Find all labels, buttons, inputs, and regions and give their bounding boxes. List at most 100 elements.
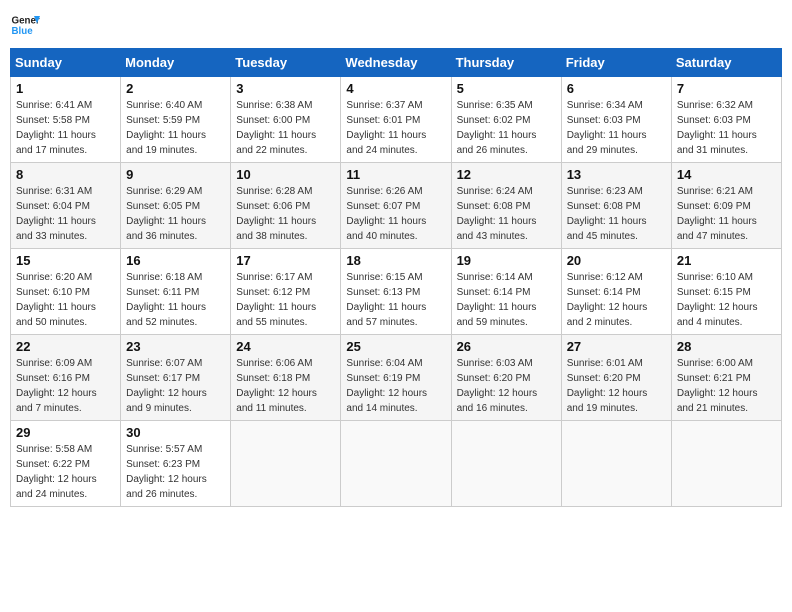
calendar-cell	[231, 421, 341, 507]
calendar-cell: 23 Sunrise: 6:07 AM Sunset: 6:17 PM Dayl…	[121, 335, 231, 421]
day-info: Sunrise: 6:03 AM Sunset: 6:20 PM Dayligh…	[457, 358, 538, 414]
calendar-cell: 6 Sunrise: 6:34 AM Sunset: 6:03 PM Dayli…	[561, 77, 671, 163]
day-info: Sunrise: 6:31 AM Sunset: 6:04 PM Dayligh…	[16, 186, 96, 242]
day-info: Sunrise: 6:23 AM Sunset: 6:08 PM Dayligh…	[567, 186, 647, 242]
day-number: 22	[16, 339, 115, 354]
day-number: 10	[236, 167, 335, 182]
day-number: 3	[236, 81, 335, 96]
calendar-cell: 25 Sunrise: 6:04 AM Sunset: 6:19 PM Dayl…	[341, 335, 451, 421]
day-number: 29	[16, 425, 115, 440]
day-info: Sunrise: 5:58 AM Sunset: 6:22 PM Dayligh…	[16, 444, 97, 500]
day-info: Sunrise: 6:34 AM Sunset: 6:03 PM Dayligh…	[567, 100, 647, 156]
day-number: 13	[567, 167, 666, 182]
day-info: Sunrise: 6:15 AM Sunset: 6:13 PM Dayligh…	[346, 272, 426, 328]
day-info: Sunrise: 6:40 AM Sunset: 5:59 PM Dayligh…	[126, 100, 206, 156]
day-info: Sunrise: 6:10 AM Sunset: 6:15 PM Dayligh…	[677, 272, 758, 328]
calendar-cell: 29 Sunrise: 5:58 AM Sunset: 6:22 PM Dayl…	[11, 421, 121, 507]
weekday-header-wednesday: Wednesday	[341, 49, 451, 77]
calendar-cell: 15 Sunrise: 6:20 AM Sunset: 6:10 PM Dayl…	[11, 249, 121, 335]
calendar-cell: 17 Sunrise: 6:17 AM Sunset: 6:12 PM Dayl…	[231, 249, 341, 335]
day-number: 19	[457, 253, 556, 268]
day-info: Sunrise: 6:38 AM Sunset: 6:00 PM Dayligh…	[236, 100, 316, 156]
day-number: 27	[567, 339, 666, 354]
day-info: Sunrise: 6:00 AM Sunset: 6:21 PM Dayligh…	[677, 358, 758, 414]
day-number: 5	[457, 81, 556, 96]
calendar-cell	[561, 421, 671, 507]
day-number: 30	[126, 425, 225, 440]
weekday-header-thursday: Thursday	[451, 49, 561, 77]
calendar-cell: 18 Sunrise: 6:15 AM Sunset: 6:13 PM Dayl…	[341, 249, 451, 335]
calendar-cell: 9 Sunrise: 6:29 AM Sunset: 6:05 PM Dayli…	[121, 163, 231, 249]
calendar-cell	[451, 421, 561, 507]
day-info: Sunrise: 6:06 AM Sunset: 6:18 PM Dayligh…	[236, 358, 317, 414]
day-number: 26	[457, 339, 556, 354]
calendar-cell: 21 Sunrise: 6:10 AM Sunset: 6:15 PM Dayl…	[671, 249, 781, 335]
calendar-cell: 14 Sunrise: 6:21 AM Sunset: 6:09 PM Dayl…	[671, 163, 781, 249]
day-info: Sunrise: 6:14 AM Sunset: 6:14 PM Dayligh…	[457, 272, 537, 328]
day-info: Sunrise: 6:24 AM Sunset: 6:08 PM Dayligh…	[457, 186, 537, 242]
logo: General Blue	[10, 10, 40, 40]
day-info: Sunrise: 6:04 AM Sunset: 6:19 PM Dayligh…	[346, 358, 427, 414]
day-number: 9	[126, 167, 225, 182]
day-info: Sunrise: 6:18 AM Sunset: 6:11 PM Dayligh…	[126, 272, 206, 328]
calendar-cell	[341, 421, 451, 507]
day-number: 25	[346, 339, 445, 354]
day-number: 18	[346, 253, 445, 268]
calendar-cell: 10 Sunrise: 6:28 AM Sunset: 6:06 PM Dayl…	[231, 163, 341, 249]
calendar-cell: 5 Sunrise: 6:35 AM Sunset: 6:02 PM Dayli…	[451, 77, 561, 163]
calendar-cell: 1 Sunrise: 6:41 AM Sunset: 5:58 PM Dayli…	[11, 77, 121, 163]
day-number: 4	[346, 81, 445, 96]
day-info: Sunrise: 6:29 AM Sunset: 6:05 PM Dayligh…	[126, 186, 206, 242]
weekday-header-tuesday: Tuesday	[231, 49, 341, 77]
day-number: 16	[126, 253, 225, 268]
day-info: Sunrise: 6:21 AM Sunset: 6:09 PM Dayligh…	[677, 186, 757, 242]
calendar-cell: 12 Sunrise: 6:24 AM Sunset: 6:08 PM Dayl…	[451, 163, 561, 249]
weekday-header-saturday: Saturday	[671, 49, 781, 77]
day-info: Sunrise: 6:17 AM Sunset: 6:12 PM Dayligh…	[236, 272, 316, 328]
svg-text:Blue: Blue	[12, 26, 34, 37]
calendar-cell: 24 Sunrise: 6:06 AM Sunset: 6:18 PM Dayl…	[231, 335, 341, 421]
page-header: General Blue	[10, 10, 782, 40]
day-number: 7	[677, 81, 776, 96]
day-info: Sunrise: 6:12 AM Sunset: 6:14 PM Dayligh…	[567, 272, 648, 328]
day-number: 11	[346, 167, 445, 182]
day-info: Sunrise: 6:41 AM Sunset: 5:58 PM Dayligh…	[16, 100, 96, 156]
day-info: Sunrise: 6:35 AM Sunset: 6:02 PM Dayligh…	[457, 100, 537, 156]
day-number: 6	[567, 81, 666, 96]
day-number: 28	[677, 339, 776, 354]
weekday-header-friday: Friday	[561, 49, 671, 77]
day-info: Sunrise: 6:28 AM Sunset: 6:06 PM Dayligh…	[236, 186, 316, 242]
calendar-cell: 16 Sunrise: 6:18 AM Sunset: 6:11 PM Dayl…	[121, 249, 231, 335]
day-number: 17	[236, 253, 335, 268]
weekday-header-monday: Monday	[121, 49, 231, 77]
day-info: Sunrise: 6:07 AM Sunset: 6:17 PM Dayligh…	[126, 358, 207, 414]
calendar-cell: 11 Sunrise: 6:26 AM Sunset: 6:07 PM Dayl…	[341, 163, 451, 249]
logo-icon: General Blue	[10, 10, 40, 40]
calendar-cell: 22 Sunrise: 6:09 AM Sunset: 6:16 PM Dayl…	[11, 335, 121, 421]
day-info: Sunrise: 6:20 AM Sunset: 6:10 PM Dayligh…	[16, 272, 96, 328]
day-info: Sunrise: 6:09 AM Sunset: 6:16 PM Dayligh…	[16, 358, 97, 414]
weekday-header-sunday: Sunday	[11, 49, 121, 77]
day-number: 24	[236, 339, 335, 354]
calendar-cell: 28 Sunrise: 6:00 AM Sunset: 6:21 PM Dayl…	[671, 335, 781, 421]
day-info: Sunrise: 6:32 AM Sunset: 6:03 PM Dayligh…	[677, 100, 757, 156]
day-number: 23	[126, 339, 225, 354]
day-number: 8	[16, 167, 115, 182]
day-info: Sunrise: 6:26 AM Sunset: 6:07 PM Dayligh…	[346, 186, 426, 242]
calendar-cell: 8 Sunrise: 6:31 AM Sunset: 6:04 PM Dayli…	[11, 163, 121, 249]
calendar-cell: 20 Sunrise: 6:12 AM Sunset: 6:14 PM Dayl…	[561, 249, 671, 335]
day-number: 1	[16, 81, 115, 96]
day-number: 15	[16, 253, 115, 268]
calendar-cell: 13 Sunrise: 6:23 AM Sunset: 6:08 PM Dayl…	[561, 163, 671, 249]
day-number: 20	[567, 253, 666, 268]
day-number: 21	[677, 253, 776, 268]
day-number: 14	[677, 167, 776, 182]
day-info: Sunrise: 6:01 AM Sunset: 6:20 PM Dayligh…	[567, 358, 648, 414]
calendar-cell: 4 Sunrise: 6:37 AM Sunset: 6:01 PM Dayli…	[341, 77, 451, 163]
calendar-cell: 2 Sunrise: 6:40 AM Sunset: 5:59 PM Dayli…	[121, 77, 231, 163]
calendar-cell: 7 Sunrise: 6:32 AM Sunset: 6:03 PM Dayli…	[671, 77, 781, 163]
calendar-table: SundayMondayTuesdayWednesdayThursdayFrid…	[10, 48, 782, 507]
day-info: Sunrise: 5:57 AM Sunset: 6:23 PM Dayligh…	[126, 444, 207, 500]
calendar-cell: 3 Sunrise: 6:38 AM Sunset: 6:00 PM Dayli…	[231, 77, 341, 163]
calendar-cell: 27 Sunrise: 6:01 AM Sunset: 6:20 PM Dayl…	[561, 335, 671, 421]
